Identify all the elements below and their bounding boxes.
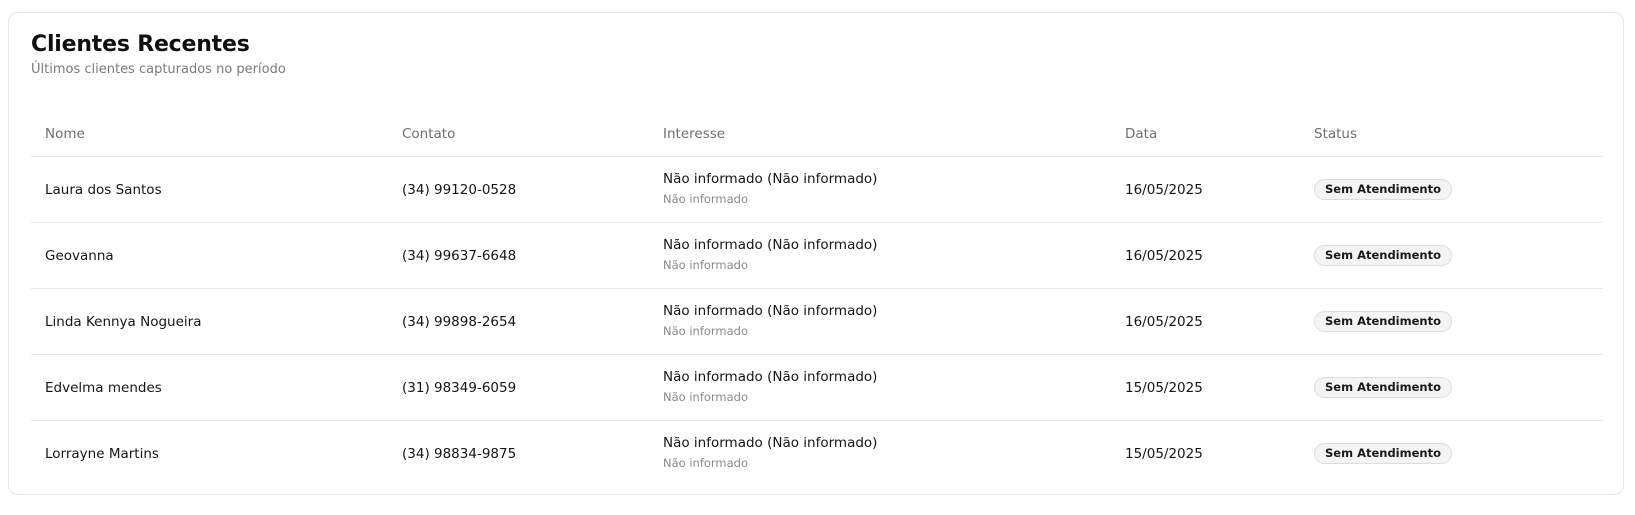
status-badge: Sem Atendimento: [1314, 179, 1452, 200]
client-interest: Não informado (Não informado) Não inform…: [663, 302, 877, 339]
interest-main: Não informado (Não informado): [663, 303, 878, 319]
column-header-interesse: Interesse: [663, 126, 726, 142]
client-date: 15/05/2025: [1125, 446, 1203, 462]
column-header-nome: Nome: [45, 126, 85, 142]
interest-sub: Não informado: [663, 192, 749, 206]
interest-sub: Não informado: [663, 324, 749, 338]
status-badge: Sem Atendimento: [1314, 377, 1452, 398]
status-badge: Sem Atendimento: [1314, 443, 1452, 464]
table-row[interactable]: Laura dos Santos (34) 99120-0528 Não inf…: [31, 157, 1603, 223]
table-row[interactable]: Edvelma mendes (31) 98349-6059 Não infor…: [31, 355, 1603, 421]
client-contact: (34) 99898-2654: [402, 314, 517, 330]
client-date: 16/05/2025: [1125, 248, 1203, 264]
client-date: 16/05/2025: [1125, 182, 1203, 198]
client-interest: Não informado (Não informado) Não inform…: [663, 368, 877, 405]
interest-main: Não informado (Não informado): [663, 237, 878, 253]
interest-sub: Não informado: [663, 456, 749, 470]
client-name: Linda Kennya Nogueira: [45, 314, 202, 330]
client-contact: (31) 98349-6059: [402, 380, 517, 396]
table-header: Nome Contato Interesse Data Status: [31, 103, 1603, 157]
client-date: 16/05/2025: [1125, 314, 1203, 330]
card-header: Clientes Recentes Últimos clientes captu…: [31, 31, 286, 79]
client-contact: (34) 99120-0528: [402, 182, 517, 198]
card-title: Clientes Recentes: [31, 32, 250, 57]
interest-main: Não informado (Não informado): [663, 369, 878, 385]
client-contact: (34) 99637-6648: [402, 248, 517, 264]
column-header-status: Status: [1314, 126, 1358, 142]
table-row[interactable]: Geovanna (34) 99637-6648 Não informado (…: [31, 223, 1603, 289]
status-badge: Sem Atendimento: [1314, 311, 1452, 332]
card-subtitle: Últimos clientes capturados no período: [31, 62, 286, 77]
recent-clients-card: Clientes Recentes Últimos clientes captu…: [8, 12, 1624, 495]
clients-table: Nome Contato Interesse Data Status Laura…: [31, 103, 1603, 487]
client-interest: Não informado (Não informado) Não inform…: [663, 170, 877, 207]
interest-sub: Não informado: [663, 258, 749, 272]
client-date: 15/05/2025: [1125, 380, 1203, 396]
column-header-contato: Contato: [402, 126, 456, 142]
interest-main: Não informado (Não informado): [663, 171, 878, 187]
client-interest: Não informado (Não informado) Não inform…: [663, 434, 877, 471]
table-row[interactable]: Linda Kennya Nogueira (34) 99898-2654 Nã…: [31, 289, 1603, 355]
interest-main: Não informado (Não informado): [663, 435, 878, 451]
client-name: Laura dos Santos: [45, 182, 162, 198]
client-contact: (34) 98834-9875: [402, 446, 517, 462]
client-interest: Não informado (Não informado) Não inform…: [663, 236, 877, 273]
client-name: Lorrayne Martins: [45, 446, 159, 462]
column-header-data: Data: [1125, 126, 1158, 142]
table-row[interactable]: Lorrayne Martins (34) 98834-9875 Não inf…: [31, 421, 1603, 487]
client-name: Edvelma mendes: [45, 380, 162, 396]
interest-sub: Não informado: [663, 390, 749, 404]
client-name: Geovanna: [45, 248, 114, 264]
status-badge: Sem Atendimento: [1314, 245, 1452, 266]
